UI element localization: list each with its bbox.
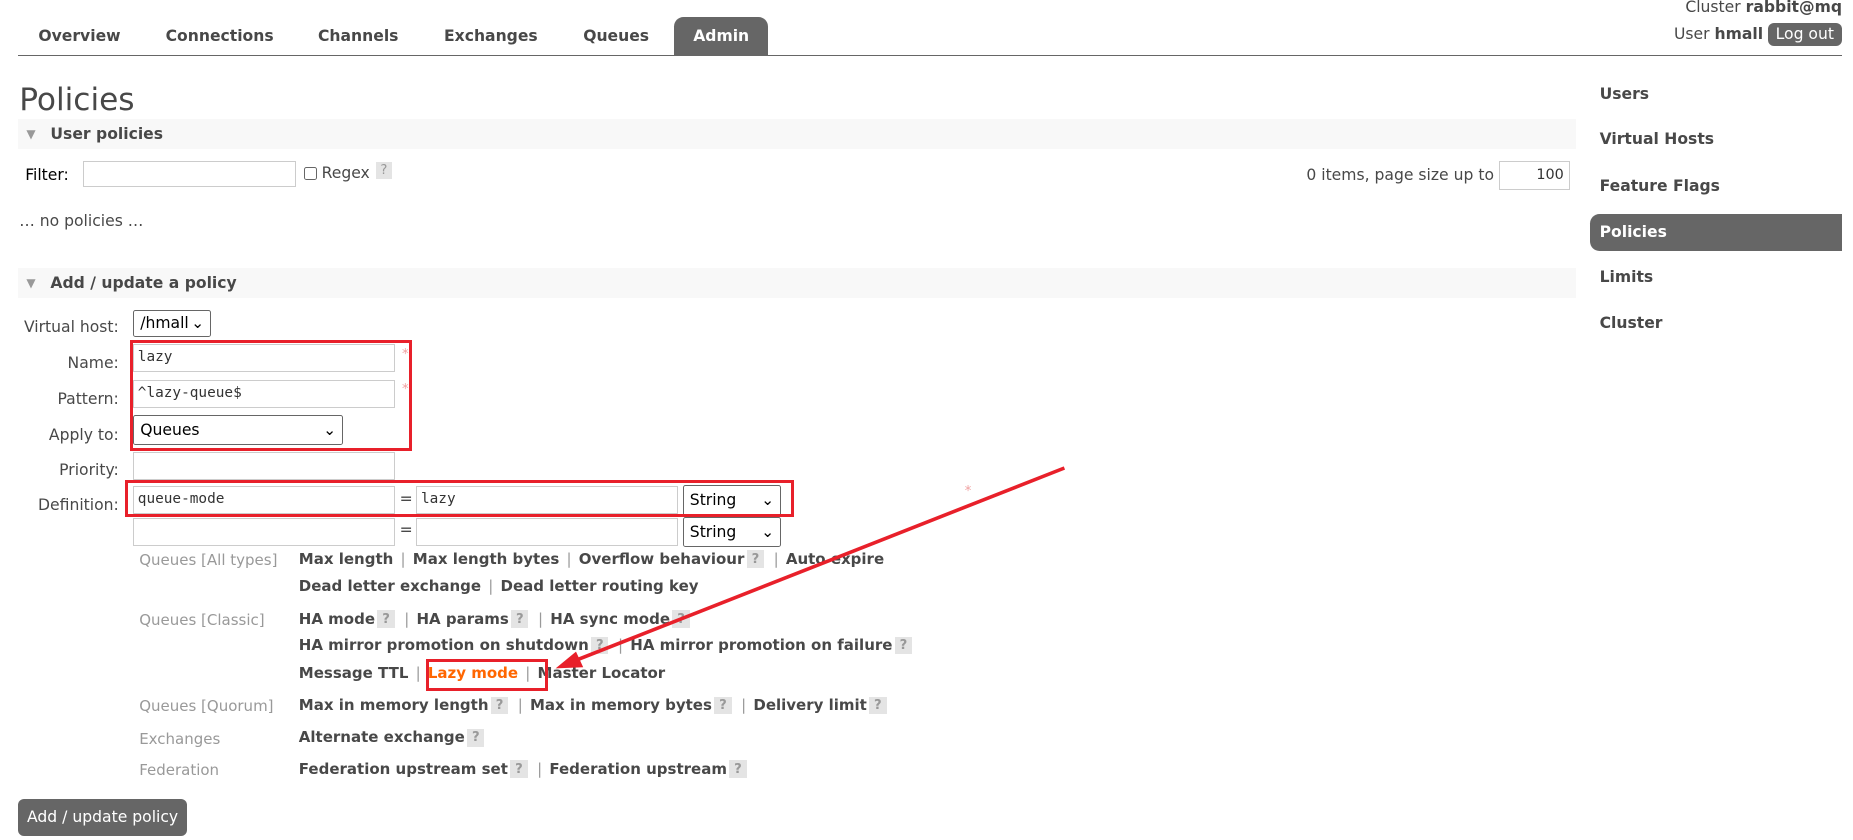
annotation-arrow <box>555 466 1066 669</box>
page: Overview Connections Channels Exchanges … <box>0 0 1853 840</box>
